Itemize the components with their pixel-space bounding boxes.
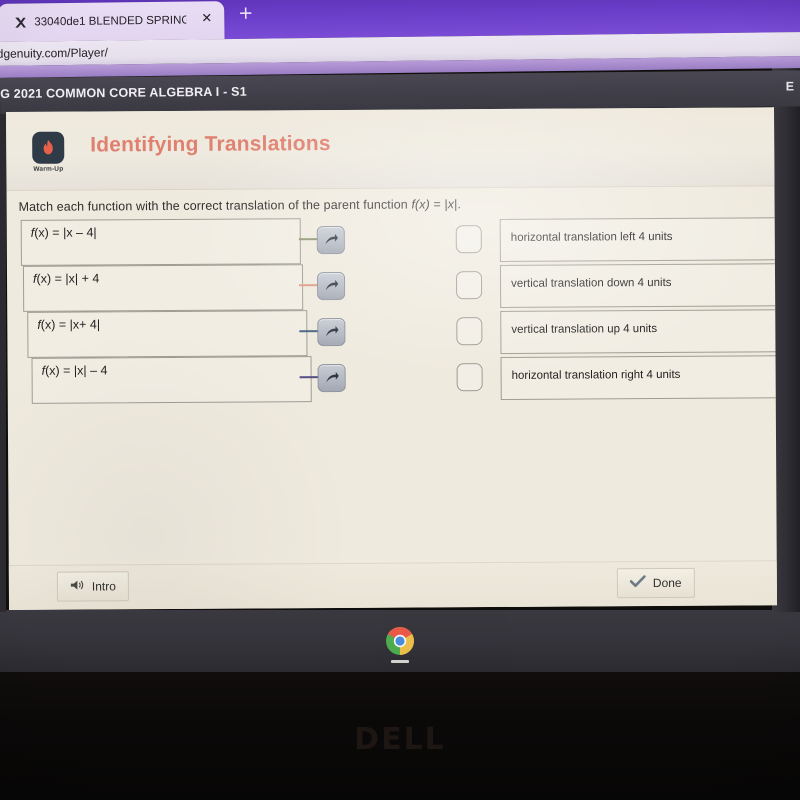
laptop-photo: DELL 33040de1 BLENDED SPRING 202 ✕ + .ed… (0, 0, 800, 800)
browser-tab[interactable]: 33040de1 BLENDED SPRING 202 ✕ (0, 1, 225, 42)
answer-label: vertical translation down 4 units (511, 276, 672, 290)
checkmark-icon (629, 575, 646, 591)
answer-box[interactable]: vertical translation up 4 units (500, 309, 778, 354)
instructions-mid: = | (429, 197, 448, 212)
function-box[interactable]: f(x) = |x| – 4 (31, 356, 312, 404)
answer-label: horizontal translation left 4 units (510, 230, 673, 244)
done-button-label: Done (652, 575, 682, 591)
warmup-label: Warm-Up (33, 165, 64, 173)
taskbar-running-indicator (391, 660, 409, 663)
dell-logo: DELL (354, 722, 446, 757)
lesson-card: Warm-Up Identifying Translations Match e… (6, 107, 778, 610)
page-title: Identifying Translations (90, 132, 331, 157)
browser-tab-title: 33040de1 BLENDED SPRING 202 (34, 14, 187, 29)
speaker-icon (70, 579, 85, 595)
answer-checkbox[interactable] (455, 225, 482, 254)
function-box[interactable]: f(x) = |x+ 4| (27, 310, 308, 358)
answer-label: horizontal translation right 4 units (511, 368, 681, 382)
intro-button[interactable]: Intro (56, 571, 130, 602)
function-box[interactable]: f(x) = |x – 4| (20, 218, 301, 266)
done-button[interactable]: Done (616, 567, 695, 599)
answer-checkbox[interactable] (456, 363, 483, 392)
chrome-icon[interactable] (382, 623, 418, 663)
instructions-math: f(x) (411, 197, 430, 212)
warmup-badge: Warm-Up (30, 131, 66, 173)
answer-box[interactable]: horizontal translation left 4 units (499, 217, 777, 262)
flame-icon (32, 131, 65, 164)
course-title: G 2021 COMMON CORE ALGEBRA I - S1 (0, 84, 247, 101)
function-label: f(x) = |x| – 4 (41, 363, 108, 378)
instructions-suffix: |. (454, 197, 462, 212)
function-box[interactable]: f(x) = |x| + 4 (22, 264, 304, 312)
function-label: f(x) = |x| + 4 (32, 271, 100, 286)
matching-area: f(x) = |x – 4| f(x) = |x| + 4 f(x) = |x+ 4… (7, 215, 778, 410)
intro-button-label: Intro (91, 579, 116, 594)
lesson-header: Warm-Up Identifying Translations (6, 107, 775, 191)
instructions-text: Match each function with the correct tra… (19, 197, 462, 214)
answer-box[interactable]: vertical translation down 4 units (499, 263, 778, 308)
function-label: f(x) = |x+ 4| (37, 317, 101, 332)
curved-arrow-icon[interactable] (316, 225, 345, 255)
address-bar-url[interactable]: .edgenuity.com/Player/ (0, 45, 108, 62)
new-tab-button[interactable]: + (238, 3, 253, 24)
function-label: f(x) = |x – 4| (30, 225, 97, 240)
curved-arrow-icon[interactable] (316, 271, 346, 301)
browser-chrome: 33040de1 BLENDED SPRING 202 ✕ + .edgenui… (0, 0, 800, 78)
answer-checkbox[interactable] (456, 317, 483, 346)
close-icon[interactable]: ✕ (201, 11, 212, 27)
instructions-prefix: Match each function with the correct tra… (18, 197, 412, 214)
answer-box[interactable]: horizontal translation right 4 units (500, 355, 778, 400)
edgenuity-x-icon (12, 14, 28, 30)
curved-arrow-icon[interactable] (317, 317, 346, 347)
desktop-taskbar (0, 610, 800, 672)
answer-label: vertical translation up 4 units (511, 323, 658, 336)
answer-checkbox[interactable] (455, 271, 483, 300)
appbar-right-partial: E (785, 79, 795, 94)
lesson-footer: Intro Done (8, 560, 778, 610)
curved-arrow-icon[interactable] (317, 363, 346, 393)
